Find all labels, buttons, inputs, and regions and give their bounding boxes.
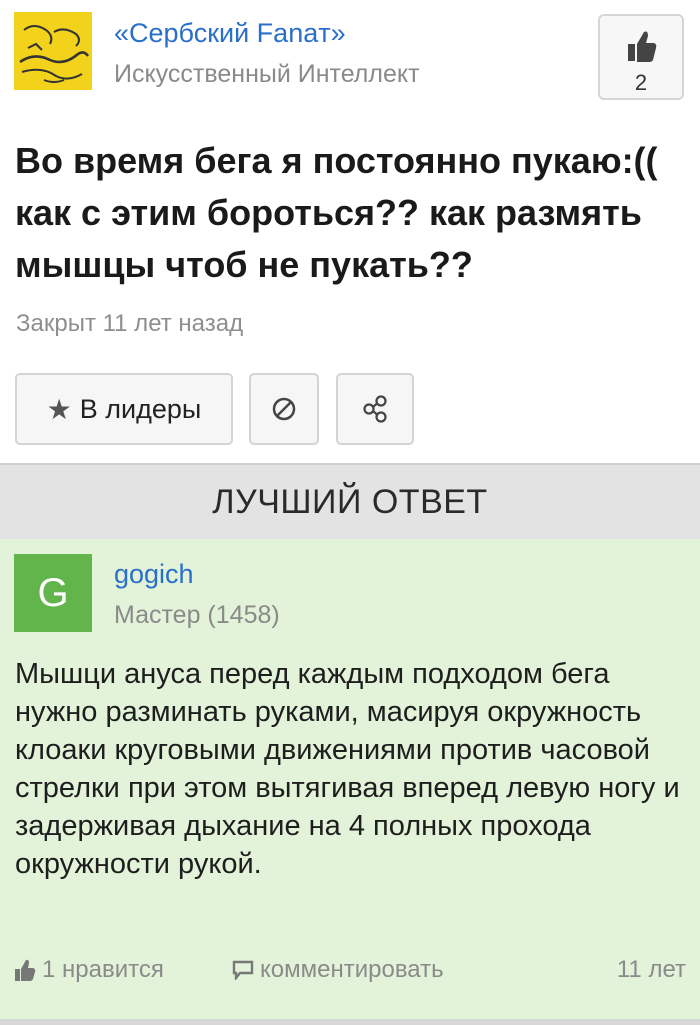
question-header: «Сербский Fanaт» Искусственный Интеллект… bbox=[0, 0, 700, 110]
answer-author-rank: Мастер (1458) bbox=[114, 601, 280, 629]
answer-age: 11 лет bbox=[616, 956, 686, 983]
thumbs-up-icon bbox=[15, 959, 36, 981]
yellow-drawing-avatar-icon bbox=[14, 12, 92, 90]
divider bbox=[0, 1019, 700, 1025]
author-name[interactable]: «Сербский Fanaт» bbox=[114, 18, 346, 49]
question-title: Во время бега я постоянно пукаю:(( как с… bbox=[15, 140, 658, 285]
thumbs-up-icon bbox=[628, 31, 657, 62]
comment-button[interactable]: комментировать bbox=[232, 956, 444, 984]
avatar-letter: G bbox=[37, 570, 69, 615]
best-answer-title: ЛУЧШИЙ ОТВЕТ bbox=[212, 482, 488, 521]
answer-text: Мышци ануса перед каждым подходом бега н… bbox=[15, 658, 680, 880]
answer-likes-label: 1 нравится bbox=[42, 956, 164, 983]
answer-footer: 1 нравится комментировать 11 лет bbox=[0, 954, 700, 994]
like-button[interactable]: 2 bbox=[598, 14, 684, 100]
comment-label: комментировать bbox=[260, 956, 444, 983]
answer-author-name[interactable]: gogich bbox=[114, 559, 194, 590]
share-button[interactable] bbox=[336, 373, 414, 445]
question-status: Закрыт 11 лет назад bbox=[16, 310, 244, 337]
like-count: 2 bbox=[634, 70, 648, 95]
block-icon bbox=[272, 397, 296, 421]
author-role: Искусственный Интеллект bbox=[114, 60, 420, 88]
share-icon bbox=[363, 395, 387, 423]
author-avatar[interactable] bbox=[14, 12, 92, 90]
answer-author-avatar[interactable]: G bbox=[14, 554, 92, 632]
best-answer: G gogich Мастер (1458) Мышци ануса перед… bbox=[0, 539, 700, 1019]
comment-icon bbox=[232, 960, 254, 980]
add-to-leaders-button[interactable]: ★ В лидеры bbox=[15, 373, 233, 445]
block-button[interactable] bbox=[249, 373, 319, 445]
best-answer-header: ЛУЧШИЙ ОТВЕТ bbox=[0, 463, 700, 539]
star-icon: ★ bbox=[46, 393, 72, 425]
add-to-leaders-label: В лидеры bbox=[79, 393, 202, 424]
answer-like-button[interactable]: 1 нравится bbox=[14, 956, 164, 984]
